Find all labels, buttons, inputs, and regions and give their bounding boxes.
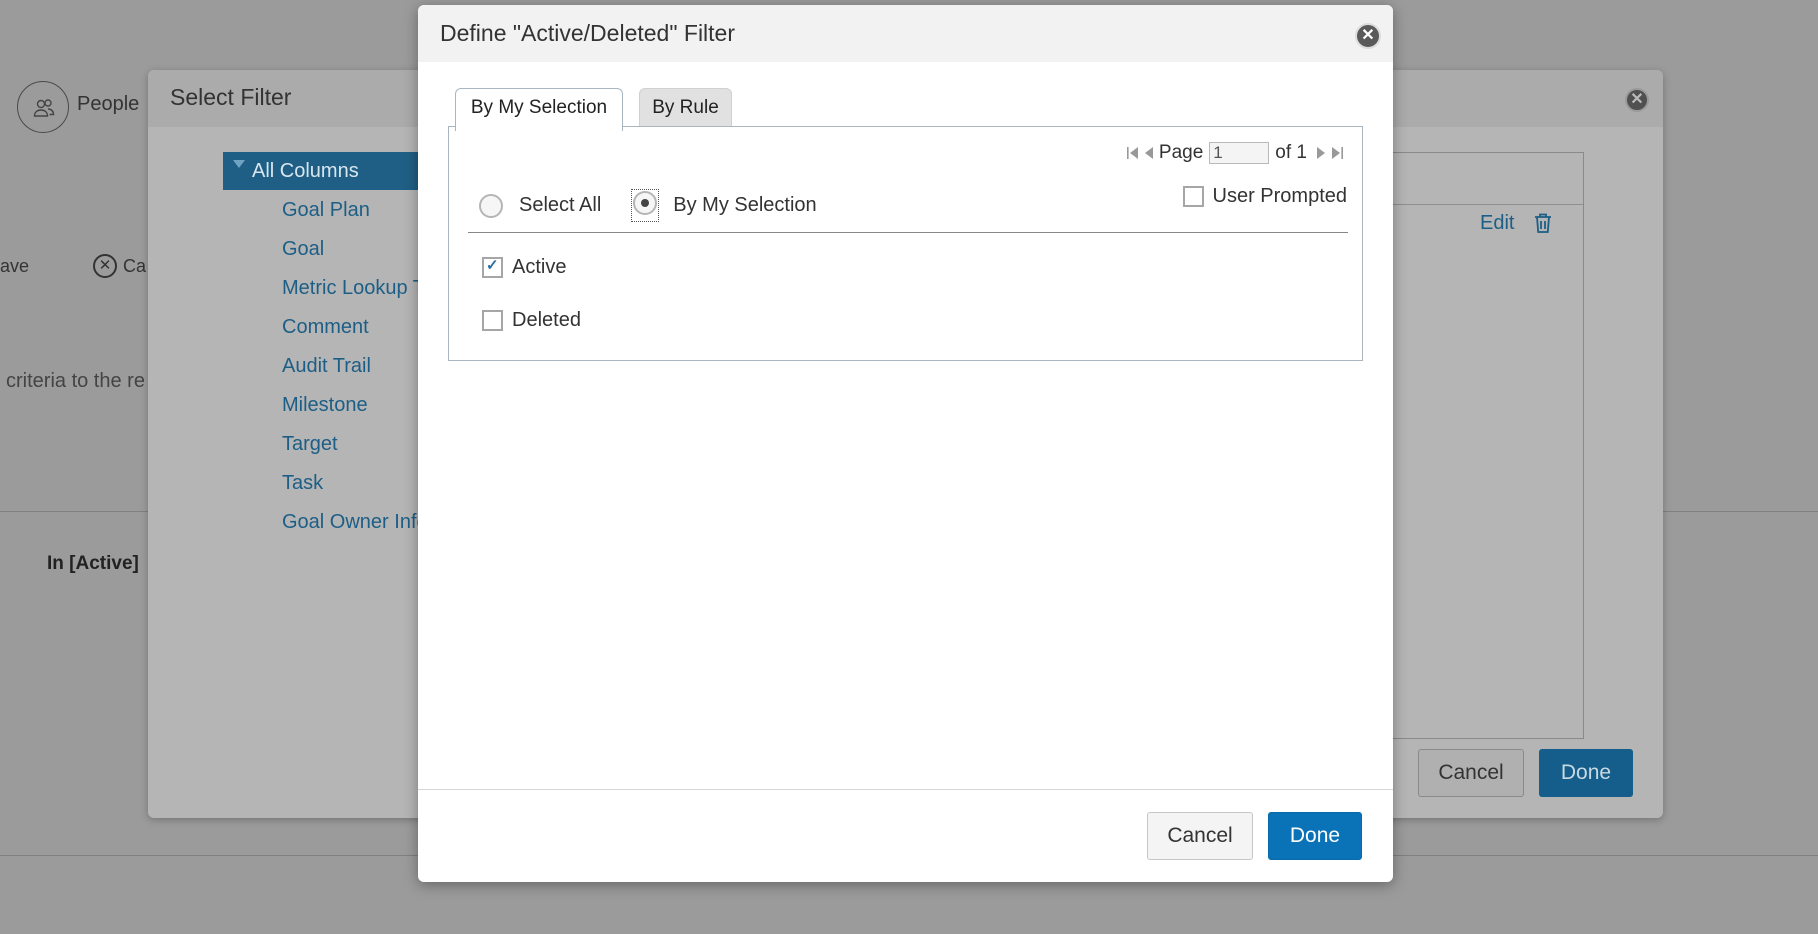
tree-item[interactable]: Milestone (282, 394, 368, 417)
define-filter-dialog: Define "Active/Deleted" Filter ✕ By My S… (418, 5, 1393, 882)
filter-list-panel (1373, 152, 1584, 739)
close-icon[interactable]: ✕ (1355, 23, 1381, 49)
pager: Page of 1 (1125, 141, 1345, 165)
done-button[interactable]: Done (1539, 749, 1633, 797)
list-item-active: Active (482, 256, 566, 279)
by-my-selection-radio[interactable] (633, 191, 658, 215)
user-prompted-label[interactable]: User Prompted (1213, 185, 1348, 208)
tab-by-my-selection[interactable]: By My Selection (455, 88, 623, 131)
cancel-button[interactable]: Cancel (1418, 749, 1524, 797)
tab-by-rule[interactable]: By Rule (639, 88, 732, 128)
tree-item[interactable]: Metric Lookup T (282, 277, 425, 300)
done-button[interactable]: Done (1268, 812, 1362, 860)
edit-link[interactable]: Edit (1480, 212, 1514, 235)
tree-item[interactable]: Comment (282, 316, 369, 339)
cancel-button[interactable]: Cancel (1147, 812, 1253, 860)
user-prompted-checkbox[interactable] (1182, 186, 1204, 207)
save-label[interactable]: ave (0, 256, 29, 277)
selection-mode-group: Select All By My Selection (479, 189, 817, 222)
deleted-label[interactable]: Deleted (512, 309, 581, 332)
select-all-label[interactable]: Select All (519, 194, 601, 217)
define-filter-header: Define "Active/Deleted" Filter ✕ (418, 5, 1393, 62)
define-filter-title: Define "Active/Deleted" Filter (440, 20, 736, 46)
last-page-icon[interactable] (1329, 143, 1345, 163)
caret-down-icon[interactable] (233, 160, 245, 168)
panel-divider (1373, 204, 1583, 205)
select-all-radio[interactable] (479, 193, 503, 218)
deleted-checkbox[interactable] (482, 310, 503, 331)
criteria-text: criteria to the re (6, 370, 145, 392)
page-label: Page (1158, 142, 1204, 163)
tree-item[interactable]: Goal Owner Info (282, 511, 428, 534)
active-label[interactable]: Active (512, 256, 566, 279)
in-active-label: In [Active] (47, 553, 139, 574)
footer-divider (418, 789, 1393, 790)
by-my-selection-label[interactable]: By My Selection (673, 194, 816, 217)
active-checkbox[interactable] (482, 256, 503, 278)
previous-page-icon[interactable] (1141, 143, 1157, 163)
page-number-input[interactable] (1209, 142, 1270, 164)
tree-item[interactable]: Goal Plan (282, 199, 370, 222)
next-page-icon[interactable] (1313, 143, 1329, 163)
by-my-selection-radio-focus (631, 189, 660, 222)
select-filter-title: Select Filter (170, 84, 292, 110)
panel-divider (468, 232, 1348, 233)
page-count-label: of 1 (1275, 142, 1307, 163)
first-page-icon[interactable] (1125, 143, 1141, 163)
tree-item[interactable]: Task (282, 472, 323, 495)
tree-item[interactable]: Goal (282, 238, 324, 261)
tree-item[interactable]: Target (282, 433, 338, 456)
people-avatar-icon[interactable] (17, 81, 69, 133)
list-item-deleted: Deleted (482, 309, 581, 332)
tree-item[interactable]: Audit Trail (282, 355, 371, 378)
close-icon[interactable]: ✕ (1625, 88, 1649, 112)
tree-root-all-columns[interactable]: All Columns (252, 160, 359, 183)
cancel-label[interactable]: Ca (123, 256, 146, 277)
cancel-circle-icon[interactable]: ✕ (93, 254, 117, 278)
trash-icon[interactable] (1533, 212, 1553, 239)
user-prompted-option: User Prompted (1182, 185, 1348, 208)
people-label[interactable]: People (77, 93, 139, 116)
selection-panel: Page of 1 Select All By My Selection Use… (448, 126, 1363, 361)
